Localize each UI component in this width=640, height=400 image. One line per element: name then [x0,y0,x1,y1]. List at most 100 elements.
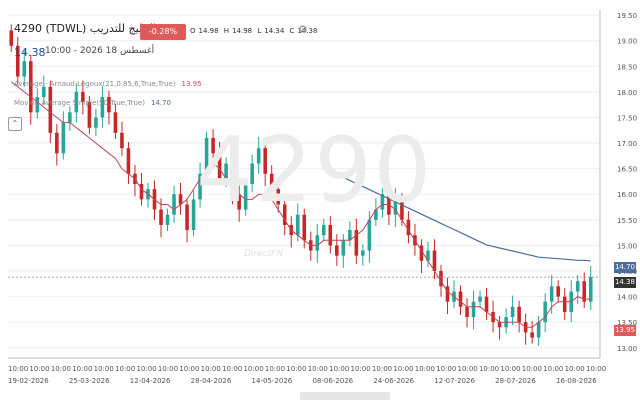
collapse-legend-icon[interactable]: ⌃ [8,117,22,131]
y-tick-label: 13.00 [617,345,637,353]
ohlc-open-value: 14.98 [198,27,219,35]
candle-body [55,132,59,154]
x-tick-date: 08-06-2026 [312,377,353,385]
x-tick-time: 10:00 [158,365,178,373]
x-tick-date: 24-06-2026 [373,377,414,385]
candle-body [68,112,72,123]
x-tick-date: 12-07-2026 [434,377,475,385]
y-tick-label: 18.00 [617,89,637,97]
x-tick-date: 16-08-2026 [556,377,597,385]
candle-body [61,122,66,154]
x-tick-time: 10:00 [29,365,49,373]
indicator-alma-value: 13.95 [181,80,202,88]
x-tick-time: 10:00 [393,365,413,373]
x-tick-time: 10:00 [51,365,71,373]
indicator-alma-label: Average - Arnaud Legoux(21,0.85,6,True,T… [14,80,176,88]
x-tick-time: 10:00 [351,365,371,373]
candle-body [172,194,176,215]
y-tick-label: 18.50 [617,63,637,71]
x-tick-time: 10:00 [479,365,499,373]
y-tick-label: 17.50 [617,114,637,122]
candle-body [191,199,196,231]
candle-body [471,301,476,318]
x-tick-date: 14-05-2026 [252,377,293,385]
x-tick-time: 10:00 [8,365,28,373]
candle-body [575,281,580,292]
x-tick-date: 19-02-2026 [8,377,49,385]
candle-body [543,301,547,323]
y-tick-label: 16.00 [617,191,637,199]
candle-body [341,240,346,256]
candle-body [159,209,163,225]
candle-body [335,245,339,256]
candle-body [185,204,189,231]
candle-body [562,296,567,312]
brand-watermark: DirectFN [244,249,284,259]
sma-price-badge: 14.70 [614,262,636,273]
x-tick-date: 12-04-2026 [130,377,171,385]
last-price-badge: 14.38 [614,277,636,288]
candle-body [588,277,593,302]
candle-body [432,250,437,271]
candle-body [113,112,118,133]
y-tick-label: 16.50 [617,166,637,174]
last-datetime: 10:00 - 2026 أغسطس 18 [45,46,155,56]
instrument-title: 4290 (TDWL) الخليج للتدريب [14,22,157,35]
x-tick-time: 10:00 [115,365,135,373]
y-tick-label: 15.00 [617,242,637,250]
ohlc-close-label: C [289,27,295,35]
x-tick-time: 10:00 [222,365,242,373]
candle-body [94,117,98,128]
candle-body [22,61,27,77]
indicator-sma-label: Moving Average Simple(50,True,True) [14,99,145,107]
x-tick-date: 28-04-2026 [191,377,232,385]
candle-body [510,306,515,318]
x-tick-time: 10:00 [586,365,606,373]
ohlc-high-value: 14.98 [232,27,253,35]
candle-body [120,132,124,149]
x-tick-time: 10:00 [265,365,285,373]
chart[interactable]: 19.50 19.00 18.50 18.00 17.50 17.00 16.50 16.00… [0,0,640,400]
candle-body [315,235,320,251]
indicator-sma[interactable]: Moving Average Simple(50,True,True) 14.70 [14,99,171,107]
x-tick-time: 10:00 [243,365,263,373]
x-tick-date: 28-07-2026 [495,377,536,385]
candle-body [361,250,365,256]
x-tick-time: 10:00 [565,365,585,373]
ohlc-low-label: L [257,27,262,35]
x-tick-time: 10:00 [500,365,520,373]
ohlc-low-value: 14.34 [264,27,285,35]
y-tick-label: 14.00 [617,294,637,302]
x-tick-date: 25-03-2026 [69,377,110,385]
last-price: 14.38 [14,46,46,59]
alma-price-badge: 13.95 [614,325,636,336]
candle-body [367,219,372,251]
x-tick-time: 10:00 [522,365,542,373]
indicator-alma[interactable]: Average - Arnaud Legoux(21,0.85,6,True,T… [14,80,202,88]
candle-body [328,224,333,246]
y-tick-label: 15.50 [617,217,637,225]
x-tick-time: 10:00 [136,365,156,373]
x-tick-time: 10:00 [72,365,92,373]
candle-body [165,214,170,225]
y-tick-label: 19.00 [617,38,637,46]
candle-body [458,291,463,307]
candle-body [497,322,502,328]
candle-body [42,86,46,97]
x-tick-time: 10:00 [436,365,456,373]
x-tick-time: 10:00 [201,365,221,373]
scroll-handle[interactable] [300,392,390,400]
symbol-watermark: 4290 [196,118,434,223]
candle-body [126,148,131,174]
candle-body [530,332,534,338]
candle-body [484,296,489,312]
candle-body [517,306,521,323]
settings-gear-icon[interactable]: ⚙ [298,23,308,36]
x-tick-time: 10:00 [329,365,349,373]
candle-body [321,224,326,236]
candle-body [465,306,469,318]
candle-body [9,30,14,46]
ohlc-open-label: O [190,27,196,35]
candle-body [556,286,560,297]
x-tick-time: 10:00 [458,365,478,373]
